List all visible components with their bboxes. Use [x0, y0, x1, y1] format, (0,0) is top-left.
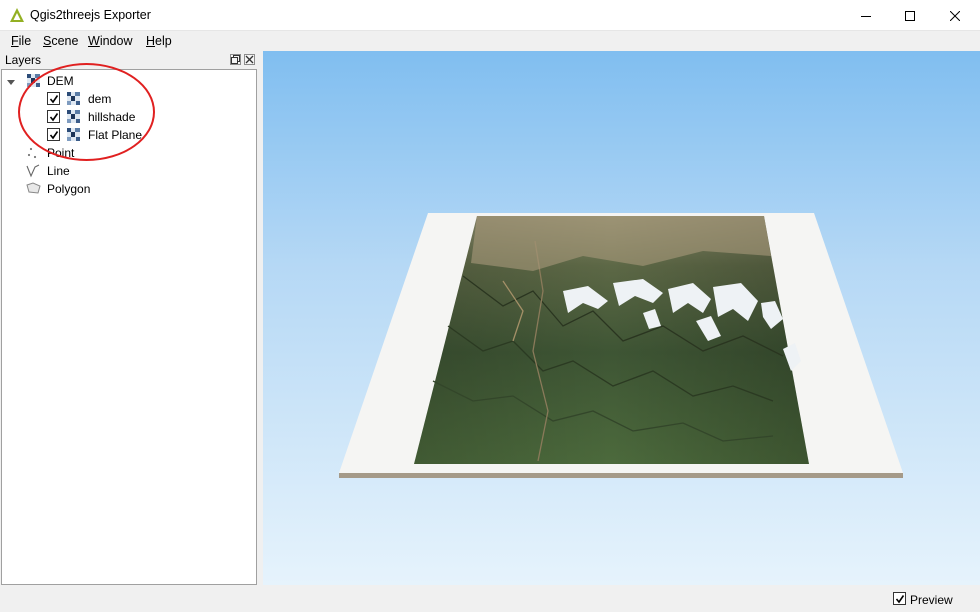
title-bar: Qgis2threejs Exporter — [0, 0, 980, 31]
flat-plane-edge — [339, 473, 903, 478]
raster-icon — [67, 110, 80, 123]
close-button[interactable] — [932, 0, 978, 31]
tree-item-label: Point — [47, 146, 75, 160]
menu-help[interactable]: Help — [146, 34, 172, 48]
minimize-icon — [861, 15, 871, 17]
preview-checkbox[interactable] — [893, 592, 906, 605]
layer-checkbox[interactable] — [47, 110, 60, 123]
tree-item-label: Line — [47, 164, 70, 178]
preview-label: Preview — [910, 593, 953, 607]
tree-item-hillshade[interactable]: hillshade — [42, 108, 252, 125]
layers-panel-title: Layers — [5, 53, 42, 67]
expand-arrow-icon[interactable] — [7, 80, 15, 85]
float-panel-button[interactable] — [230, 54, 241, 65]
maximize-icon — [905, 10, 915, 21]
tree-item-label: DEM — [47, 74, 74, 88]
checkmark-icon — [49, 95, 59, 104]
checkmark-icon — [49, 113, 59, 122]
point-layer-icon — [27, 147, 37, 159]
tree-item-dem[interactable]: dem — [42, 90, 252, 107]
layer-checkbox[interactable] — [47, 92, 60, 105]
line-layer-icon — [26, 164, 40, 178]
window-title: Qgis2threejs Exporter — [30, 8, 151, 22]
layers-panel: Layers DEM dem hillshade Flat Plane Poin… — [0, 51, 259, 586]
3d-preview-viewport[interactable] — [263, 51, 980, 585]
menu-bar: File Scene Window Help — [0, 31, 980, 51]
layer-checkbox[interactable] — [47, 128, 60, 141]
tree-group-line[interactable]: Line — [2, 162, 256, 179]
tree-item-label: Flat Plane — [88, 128, 143, 142]
tree-group-point[interactable]: Point — [2, 144, 256, 161]
status-bar — [0, 586, 980, 612]
maximize-button[interactable] — [887, 0, 933, 31]
layer-tree: DEM dem hillshade Flat Plane Point Line … — [1, 69, 257, 585]
menu-file[interactable]: File — [11, 34, 31, 48]
close-icon — [245, 55, 254, 64]
tree-item-label: dem — [88, 92, 112, 106]
menu-window[interactable]: Window — [88, 34, 132, 48]
raster-icon — [27, 74, 40, 87]
tree-item-label: Polygon — [47, 182, 91, 196]
float-icon — [231, 55, 240, 64]
layers-panel-header: Layers — [0, 51, 259, 69]
close-panel-button[interactable] — [244, 54, 255, 65]
raster-icon — [67, 128, 80, 141]
raster-icon — [67, 92, 80, 105]
tree-group-polygon[interactable]: Polygon — [2, 180, 256, 197]
tree-group-dem[interactable]: DEM — [2, 72, 256, 89]
tree-item-label: hillshade — [88, 110, 136, 124]
qgis-app-icon — [10, 8, 24, 22]
terrain-scene — [339, 213, 903, 478]
minimize-button[interactable] — [843, 0, 889, 31]
menu-scene[interactable]: Scene — [43, 34, 78, 48]
polygon-layer-icon — [26, 182, 41, 194]
tree-item-flat-plane[interactable]: Flat Plane — [42, 126, 252, 143]
checkmark-icon — [895, 595, 905, 604]
checkmark-icon — [49, 131, 59, 140]
close-icon — [950, 10, 960, 21]
